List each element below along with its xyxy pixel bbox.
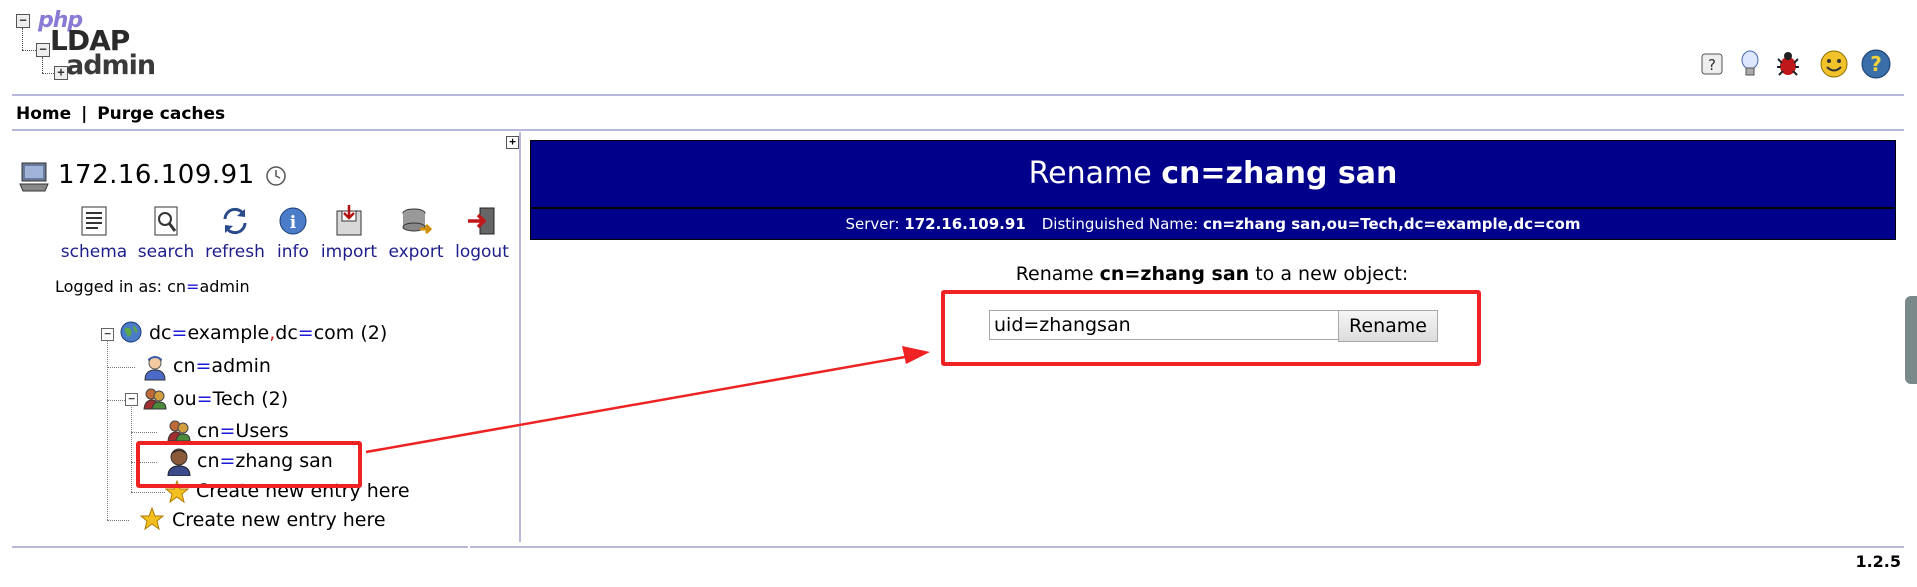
footer-divider — [470, 546, 1904, 548]
version-label: 1.2.5 — [1855, 552, 1901, 571]
footer-divider — [12, 546, 468, 548]
scrollbar-handle[interactable] — [1905, 296, 1917, 384]
annotation-arrow — [365, 346, 930, 454]
